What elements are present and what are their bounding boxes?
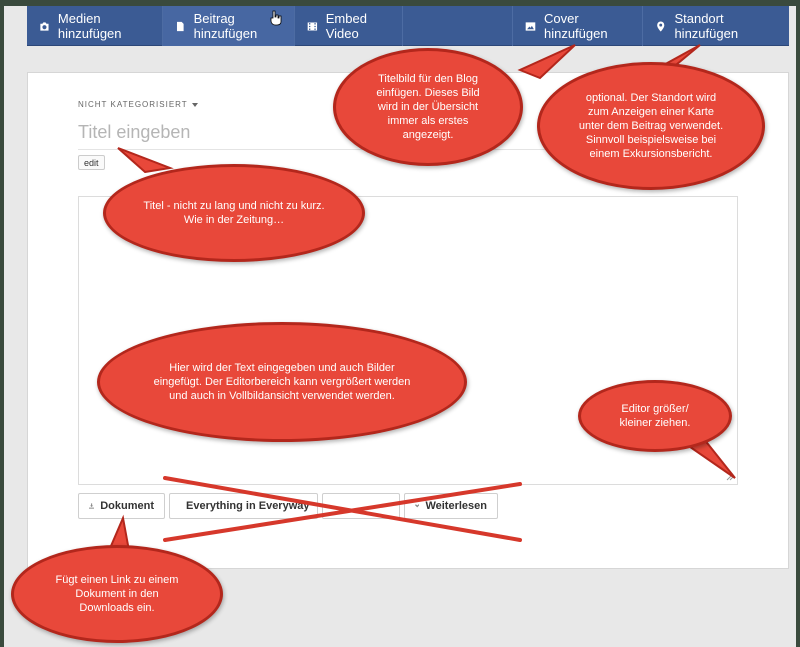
- document-button[interactable]: Dokument: [78, 493, 165, 519]
- chevron-down-icon: [191, 102, 198, 107]
- edit-button[interactable]: edit: [78, 155, 105, 170]
- add-location-button[interactable]: Standort hinzufügen: [642, 6, 789, 46]
- download-icon: [89, 503, 95, 509]
- add-cover-button[interactable]: Cover hinzufügen: [512, 6, 642, 46]
- add-media-button[interactable]: Medien hinzufügen: [27, 6, 163, 46]
- window-frame-left: [0, 0, 4, 647]
- embed-video-label: Embed Video: [325, 11, 367, 41]
- document-button-label: Dokument: [100, 500, 154, 512]
- category-label: NICHT KATEGORISIERT: [78, 100, 188, 109]
- add-cover-label: Cover hinzufügen: [543, 11, 608, 41]
- chevron-down-icon: [415, 504, 420, 508]
- map-pin-icon: [657, 20, 665, 32]
- hand-cursor-icon: [270, 10, 282, 26]
- title-annotation: Titel - nicht zu lang und nicht zu kurz.…: [103, 164, 365, 262]
- add-media-label: Medien hinzufügen: [57, 11, 122, 41]
- document-icon: [176, 21, 184, 31]
- editor-annotation: Hier wird der Text eingegeben und auch B…: [97, 322, 467, 442]
- resize-annotation: Editor größer/ kleiner ziehen.: [578, 380, 732, 452]
- everything-button[interactable]: Everything in Everyway: [169, 493, 318, 519]
- resize-handle-icon[interactable]: [726, 473, 734, 481]
- camera-icon: [40, 21, 49, 31]
- read-more-button[interactable]: Weiterlesen: [404, 493, 498, 519]
- editor-toolbar: Medien hinzufügen Beitrag hinzufügen Emb…: [27, 6, 789, 46]
- hidden-button[interactable]: [322, 493, 400, 519]
- document-annotation: Fügt einen Link zu einem Dokument in den…: [11, 545, 223, 643]
- everything-button-label: Everything in Everyway: [186, 500, 310, 512]
- add-post-label: Beitrag hinzufügen: [193, 11, 258, 41]
- window-frame-right: [796, 0, 800, 647]
- film-icon: [307, 21, 318, 31]
- read-more-label: Weiterlesen: [425, 500, 487, 512]
- embed-video-button[interactable]: Embed Video: [295, 6, 403, 46]
- add-location-label: Standort hinzufügen: [674, 11, 739, 41]
- location-annotation: optional. Der Standort wird zum Anzeigen…: [537, 62, 765, 190]
- image-icon: [525, 21, 536, 31]
- category-dropdown[interactable]: NICHT KATEGORISIERT: [78, 100, 198, 109]
- cover-annotation: Titelbild für den Blog einfügen. Dieses …: [333, 48, 523, 166]
